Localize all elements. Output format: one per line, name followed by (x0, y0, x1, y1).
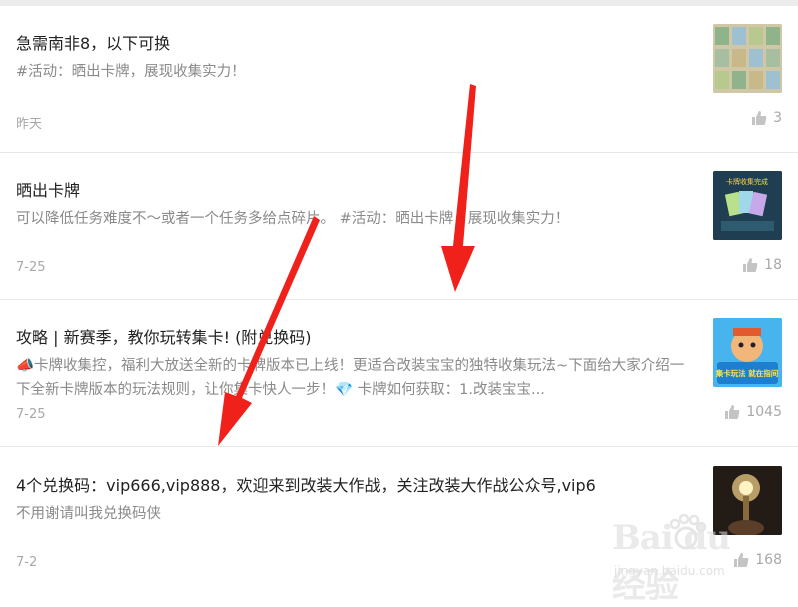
top-bar (0, 0, 798, 6)
post-snippet: 不用谢请叫我兑换码侠 (16, 506, 161, 522)
post-title[interactable]: 4个兑换码：vip666,vip888，欢迎来到改装大作战，关注改装大作战公众号… (16, 472, 596, 496)
post-thumbnail[interactable]: 卡牌收集完成 (713, 171, 782, 240)
post-snippet: #活动：晒出卡牌，展现收集实力！ (16, 64, 246, 80)
like-count: 3 (773, 110, 782, 126)
post-date: 7-2 (16, 555, 38, 570)
post-title[interactable]: 急需南非8，以下可换 (16, 30, 170, 54)
post-item-1[interactable]: 急需南非8，以下可换 #活动：晒出卡牌，展现收集实力！ 昨天 3 (0, 24, 798, 150)
thumbs-up-icon (725, 405, 740, 419)
post-title[interactable]: 攻略 | 新赛季，教你玩转集卡! (附兑换码) (16, 324, 312, 348)
post-title[interactable]: 晒出卡牌 (16, 177, 80, 201)
thumb-caption: 卡牌收集完成 (726, 177, 768, 186)
like-button[interactable]: 3 (751, 110, 782, 126)
post-thumbnail[interactable] (713, 24, 782, 93)
thumbs-up-icon (752, 111, 767, 125)
post-item-3[interactable]: 攻略 | 新赛季，教你玩转集卡! (附兑换码) 📣卡牌收集控，福利大放送全新的卡… (0, 318, 798, 444)
like-count: 1045 (746, 404, 782, 420)
like-button[interactable]: 18 (742, 257, 782, 273)
watermark-url: jingyan.baidu.com (614, 564, 725, 578)
thumbs-up-icon (743, 258, 758, 272)
baidu-jingyan-watermark: Bai du 经验 jingyan.baidu.com (612, 500, 762, 606)
divider (0, 299, 798, 300)
post-thumbnail[interactable]: 集卡玩法 就在指间 (713, 318, 782, 387)
card-grid-icon (713, 24, 782, 93)
like-button[interactable]: 1045 (724, 404, 782, 420)
like-count: 18 (764, 257, 782, 273)
divider (0, 152, 798, 153)
post-item-2[interactable]: 晒出卡牌 可以降低任务难度不～或者一个任务多给点碎片。 #活动：晒出卡牌，展现收… (0, 171, 798, 297)
paw-icon (669, 513, 707, 550)
post-snippet: 可以降低任务难度不～或者一个任务多给点碎片。 #活动：晒出卡牌，展现收集实力！ (16, 211, 570, 227)
post-date: 7-25 (16, 407, 46, 422)
card-collection-icon: 卡牌收集完成 (713, 171, 782, 240)
thumb-caption: 集卡玩法 就在指间 (715, 368, 779, 378)
cartoon-character-icon: 集卡玩法 就在指间 (713, 318, 782, 387)
post-date: 昨天 (16, 117, 43, 132)
divider (0, 446, 798, 447)
post-snippet: 📣卡牌收集控，福利大放送全新的卡牌版本已上线！更适合改装宝宝的独特收集玩法~下面… (16, 358, 685, 398)
post-date: 7-25 (16, 260, 46, 275)
